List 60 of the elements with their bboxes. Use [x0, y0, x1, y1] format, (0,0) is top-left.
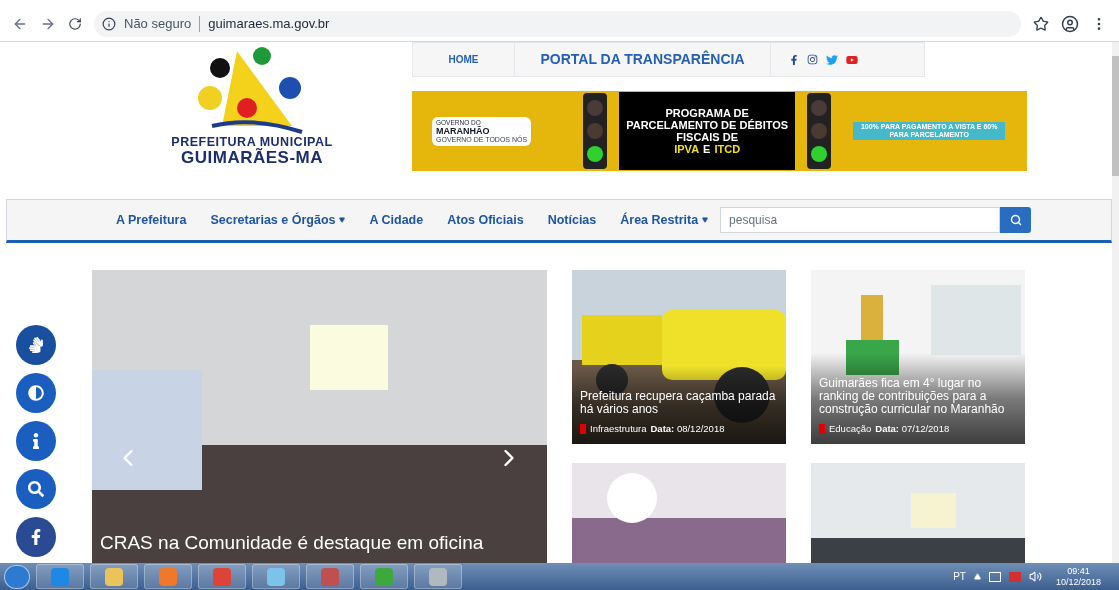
banner-headline: PROGRAMA DE PARCELAMENTO DE DÉBITOS FISCAIS DE: [625, 107, 790, 143]
contrast-icon: [28, 385, 44, 401]
slide-headline[interactable]: CRAS na Comunidade é destaque em oficina: [100, 532, 484, 554]
taskbar-app-icon[interactable]: [306, 564, 354, 589]
news-date: Data: 08/12/2018: [650, 421, 725, 436]
search-icon: [1009, 214, 1022, 226]
account-icon[interactable]: [1061, 14, 1079, 33]
tax-name: IPVA: [674, 143, 700, 155]
accessibility-button[interactable]: [16, 421, 56, 461]
instagram-icon[interactable]: [807, 54, 818, 65]
scrollbar[interactable]: [1112, 42, 1119, 563]
news-category: Infraestrutura: [590, 421, 647, 436]
badge-name: MARANHÃO: [436, 125, 491, 136]
magnifier-icon: [28, 481, 44, 497]
news-card[interactable]: Prefeitura recupera caçamba parada há vários anos Infraestrutura Data: 08/12/2018: [572, 270, 786, 444]
twitter-icon[interactable]: [826, 53, 838, 66]
nav-link[interactable]: Atos Oficiais: [447, 210, 524, 230]
news-title[interactable]: Guimarães fica em 4° lugar no ranking de contribuições para a construção curricular no Maranhão: [819, 376, 1017, 416]
traffic-light-icon: [807, 93, 832, 169]
search-field[interactable]: pesquisa: [720, 207, 1001, 233]
volume-icon[interactable]: [1028, 570, 1042, 583]
slide[interactable]: CRAS na Comunidade é destaque em oficina: [92, 270, 547, 563]
logo-subtitle: GUIMARÃES-MA: [181, 149, 323, 167]
search-button[interactable]: [1000, 207, 1032, 233]
facebook-icon[interactable]: [789, 54, 799, 65]
top-link[interactable]: PORTAL DA TRANSPARÊNCIA: [515, 43, 771, 76]
reload-icon[interactable]: [68, 16, 82, 31]
nav-link[interactable]: Notícias: [547, 210, 597, 230]
clock-time[interactable]: 09:41: [1067, 565, 1090, 577]
bookmark-star-icon[interactable]: [1033, 15, 1049, 32]
info-icon: [102, 16, 116, 31]
language-indicator[interactable]: PT: [953, 569, 966, 584]
news-card[interactable]: Guimarães fica em 4° lugar no ranking de contribuições para a construção curricular no Maranhão Educação Data: 07/12/2018: [811, 270, 1025, 444]
news-category: Educação: [829, 421, 872, 436]
top-link[interactable]: HOME: [413, 43, 515, 76]
news-title[interactable]: Prefeitura recupera caçamba parada há vários anos: [580, 389, 778, 416]
category-marker-icon: [580, 423, 586, 434]
youtube-icon[interactable]: [846, 53, 858, 66]
address-bar[interactable]: Não seguro guimaraes.ma.gov.br: [94, 10, 1021, 37]
tax-name: ITCD: [714, 143, 741, 155]
conjunction: E: [703, 143, 711, 155]
accessibility-button[interactable]: [16, 373, 56, 413]
tray-expand-icon[interactable]: [973, 573, 981, 580]
start-orb-icon[interactable]: [4, 564, 30, 589]
nav-link[interactable]: A Prefeitura: [116, 210, 187, 230]
url-text: guimaraes.ma.gov.br: [208, 14, 330, 33]
traffic-light-icon: [583, 93, 608, 169]
logo-title: PREFEITURA MUNICIPAL: [171, 136, 333, 149]
nav-link[interactable]: Área Restrita: [620, 210, 709, 230]
security-label: Não seguro: [124, 14, 192, 33]
category-marker-icon: [819, 423, 825, 434]
nav-link[interactable]: Secretarias e Órgãos: [210, 210, 346, 230]
nav-link[interactable]: A Cidade: [369, 210, 424, 230]
taskbar-app-icon[interactable]: [90, 564, 138, 589]
clock-date[interactable]: 10/12/2018: [1055, 576, 1101, 588]
accessibility-button[interactable]: [16, 517, 56, 557]
sign-language-icon: [28, 337, 44, 353]
accessibility-button[interactable]: [16, 469, 56, 509]
accessibility-button[interactable]: [16, 325, 56, 365]
news-date: Data: 07/12/2018: [875, 421, 950, 436]
